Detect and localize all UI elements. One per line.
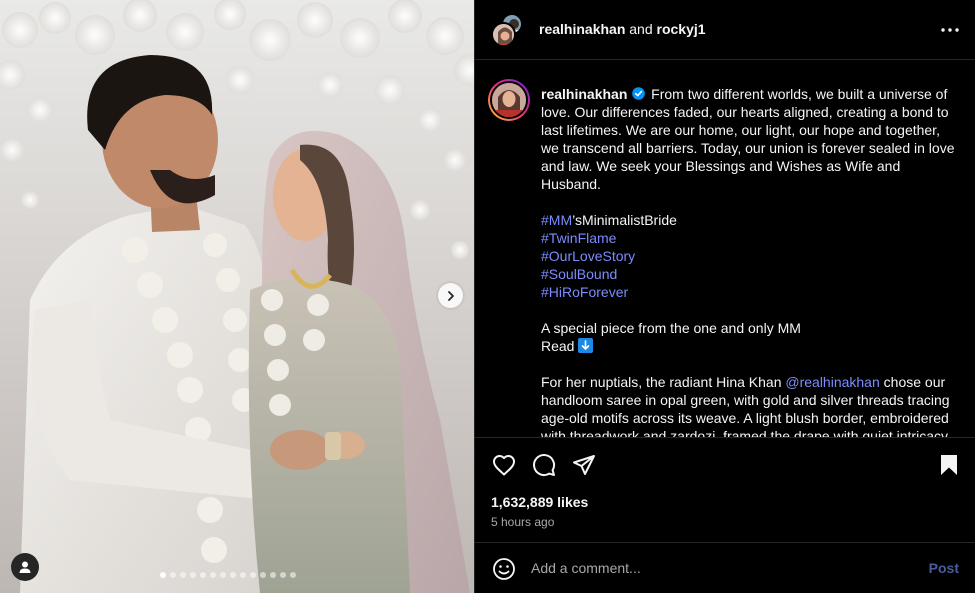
carousel-dot — [230, 572, 236, 578]
hashtag-link[interactable]: #TwinFlame — [541, 230, 616, 246]
post-header: realhinakhan and rockyj1 — [475, 0, 975, 60]
comment-input[interactable] — [531, 556, 911, 580]
avatar-realhinakhan[interactable] — [491, 22, 516, 47]
post-timestamp[interactable]: 5 hours ago — [491, 515, 554, 529]
carousel-dot — [220, 572, 226, 578]
more-options-icon — [941, 28, 959, 32]
more-options-button[interactable] — [938, 20, 962, 40]
post-caption: realhinakhan From two different worlds, … — [541, 85, 961, 437]
author-joiner: and — [629, 21, 653, 37]
carousel-dot — [190, 572, 196, 578]
emoji-smiley-icon — [493, 558, 515, 580]
caption-scroll-area[interactable]: realhinakhan From two different worlds, … — [475, 61, 975, 437]
hashtag-suffix: ’sMinimalistBride — [572, 212, 677, 228]
heart-icon — [493, 455, 515, 476]
comment-bubble-icon — [533, 454, 556, 477]
post-actions: 1,632,889 likes 5 hours ago — [475, 437, 975, 542]
carousel-dot — [210, 572, 216, 578]
hashtag-link[interactable]: #SoulBound — [541, 266, 617, 282]
hashtag-line-1: #MM’sMinimalistBride — [541, 211, 961, 229]
read-label: Read — [541, 338, 575, 354]
share-button[interactable] — [571, 452, 597, 478]
post-details-panel: realhinakhan and rockyj1 realhinakhan Fr… — [474, 0, 975, 593]
carousel-dot — [250, 572, 256, 578]
author-link-realhinakhan[interactable]: realhinakhan — [539, 21, 625, 37]
hashtag-link[interactable]: #MM — [541, 212, 572, 228]
comment-button[interactable] — [531, 452, 557, 478]
nuptials-text: For her nuptials, the radiant Hina Khan — [541, 374, 786, 390]
carousel-dot — [290, 572, 296, 578]
carousel-indicator — [160, 572, 296, 578]
verified-badge-icon — [632, 87, 646, 100]
user-tag-icon — [19, 561, 31, 573]
carousel-dot — [180, 572, 186, 578]
bookmark-icon — [941, 455, 957, 475]
post-authors: realhinakhan and rockyj1 — [539, 21, 706, 37]
post-media[interactable] — [0, 0, 474, 593]
carousel-dot — [160, 572, 166, 578]
carousel-dot — [260, 572, 266, 578]
next-image-button[interactable] — [438, 283, 463, 308]
emoji-button[interactable] — [491, 556, 517, 582]
carousel-dot — [280, 572, 286, 578]
caption-username[interactable]: realhinakhan — [541, 86, 627, 102]
hashtag-link[interactable]: #HiRoForever — [541, 284, 628, 300]
hashtag-link[interactable]: #OurLoveStory — [541, 248, 635, 264]
down-arrow-emoji-icon — [578, 338, 594, 353]
paper-plane-icon — [573, 455, 595, 475]
like-button[interactable] — [491, 452, 517, 478]
carousel-dot — [270, 572, 276, 578]
wedding-photo — [0, 0, 474, 593]
carousel-dot — [170, 572, 176, 578]
tagged-users-button[interactable] — [11, 553, 39, 581]
chevron-right-icon — [447, 290, 454, 301]
comment-bar: Post — [475, 542, 975, 593]
mention-link[interactable]: @realhinakhan — [785, 374, 879, 390]
carousel-dot — [200, 572, 206, 578]
carousel-dot — [240, 572, 246, 578]
post-comment-button[interactable]: Post — [929, 560, 959, 576]
caption-author-avatar[interactable] — [488, 79, 530, 121]
save-button[interactable] — [936, 452, 962, 478]
special-line: A special piece from the one and only MM — [541, 320, 801, 336]
collab-avatars[interactable] — [491, 13, 525, 47]
likes-count[interactable]: 1,632,889 likes — [491, 494, 588, 510]
author-link-rockyj1[interactable]: rockyj1 — [657, 21, 706, 37]
